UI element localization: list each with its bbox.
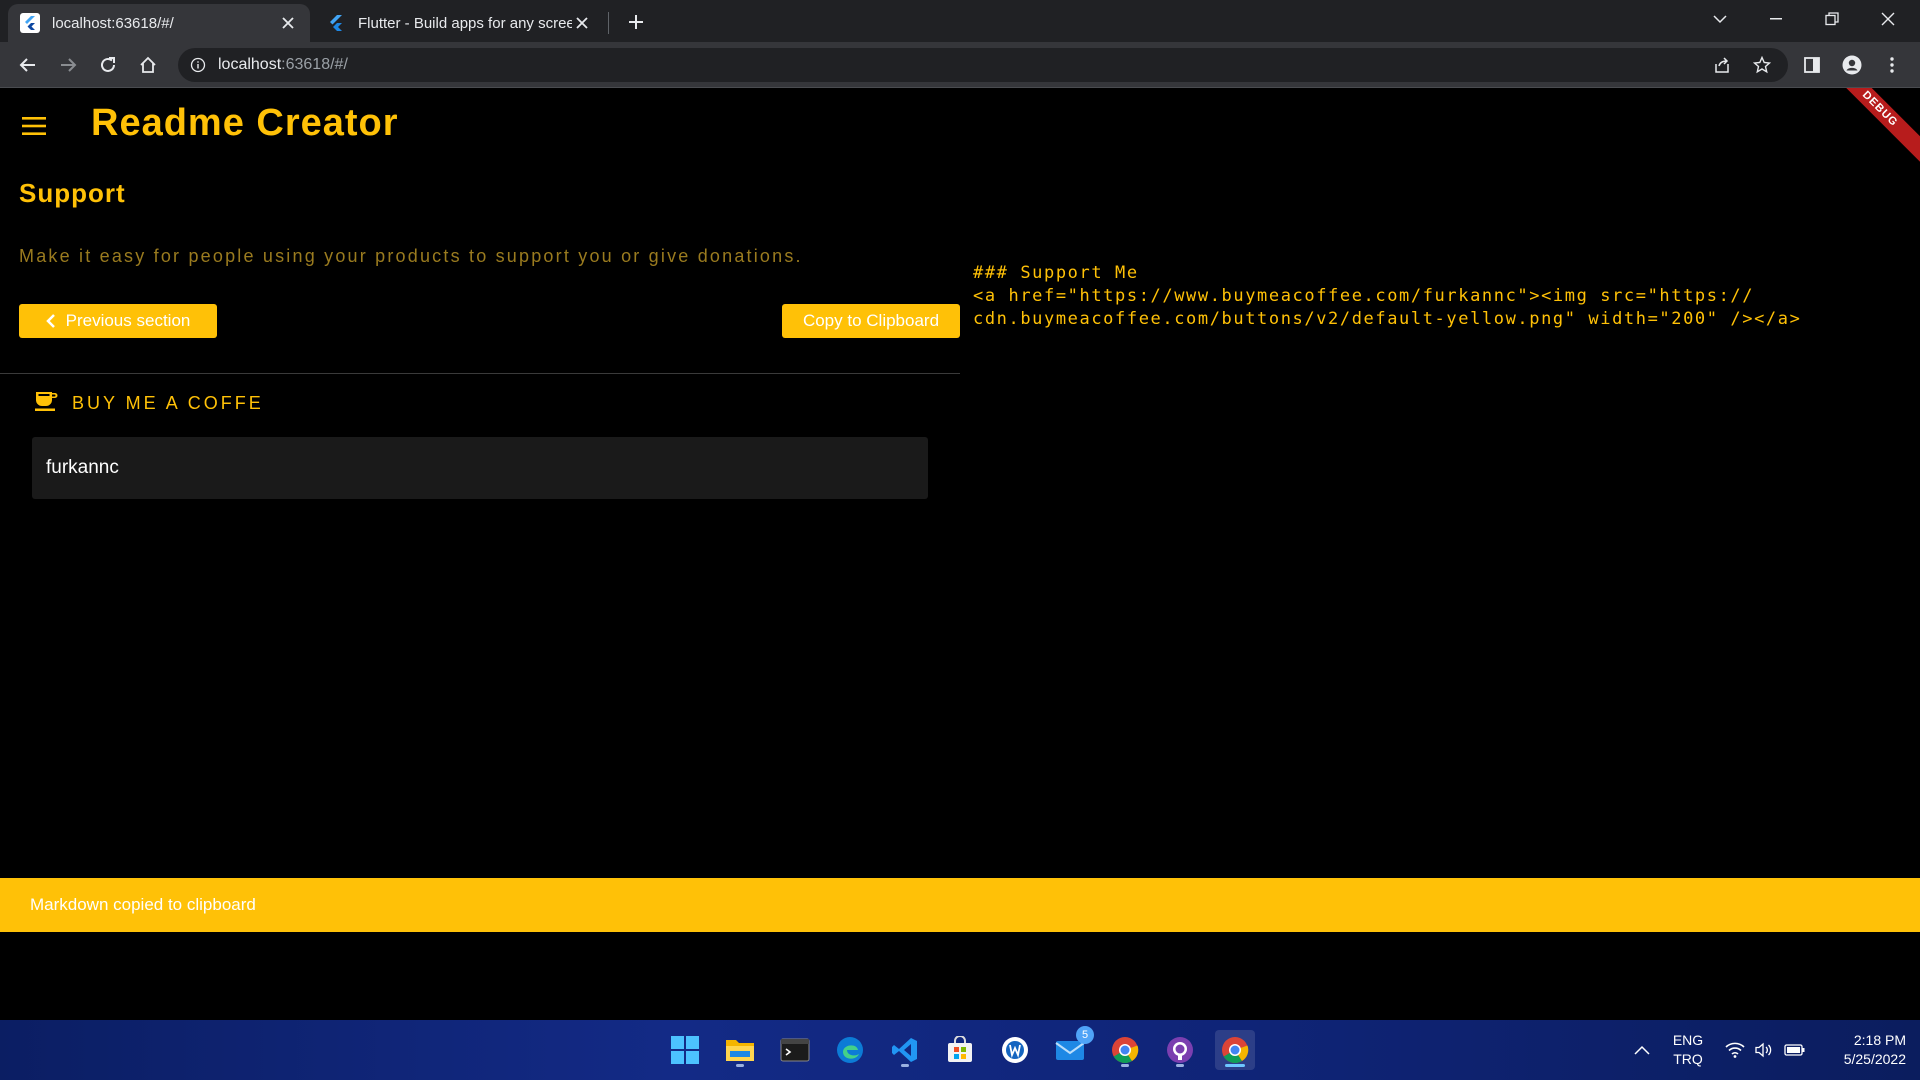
share-icon [1715,57,1729,73]
back-button[interactable] [12,49,44,81]
buy-me-a-coffee-label: BUY ME A COFFE [72,393,264,413]
browser-toolbar: localhost:63618/#/ [0,42,1920,88]
chrome-active-button[interactable] [1215,1030,1255,1070]
chrome-icon [1222,1037,1249,1064]
word-icon [1002,1037,1028,1063]
snackbar: Markdown copied to clipboard [0,878,1920,932]
share-button[interactable] [1706,49,1738,81]
terminal-icon [780,1038,810,1062]
running-indicator [1176,1064,1184,1067]
close-window-button[interactable] [1860,0,1916,38]
tab-separator [608,12,609,34]
tab-flutter[interactable]: Flutter - Build apps for any screen [314,4,604,42]
close-icon [1881,12,1895,26]
browser-tab-bar: localhost:63618/#/ Flutter - Build apps … [0,0,1920,42]
address-bar[interactable]: localhost:63618/#/ [178,48,1788,82]
chrome-icon [1112,1037,1139,1064]
flutter-favicon-icon [326,13,346,33]
flutter-favicon-icon [20,13,40,33]
star-icon [1753,56,1771,74]
system-clock[interactable]: 2:18 PM 5/25/2022 [1818,1020,1906,1080]
show-hidden-icons-button[interactable] [1627,1030,1657,1070]
copy-to-clipboard-label: Copy to Clipboard [802,311,940,330]
side-panel-icon [1804,57,1820,73]
running-indicator [736,1064,744,1067]
vscode-icon [892,1038,917,1062]
buy-me-a-coffee-username-input[interactable]: furkannc [32,437,928,499]
mail-button[interactable]: 5 [1050,1026,1094,1070]
running-indicator [901,1064,909,1067]
forward-button[interactable] [52,49,84,81]
minimize-button[interactable] [1748,0,1804,38]
battery-icon[interactable] [1780,1030,1810,1070]
app-title: Readme Creator [91,102,399,144]
previous-section-button[interactable]: Previous section [19,304,217,338]
buy-me-a-coffee-header: BUY ME A COFFE [34,390,264,417]
bookmark-button[interactable] [1746,49,1778,81]
info-icon [190,57,206,73]
markdown-preview: ### Support Me <a href="https://www.buym… [973,262,1873,331]
flutter-app: Readme Creator DEBUG Support Make it eas… [0,88,1920,966]
browser-menu-button[interactable] [1876,49,1908,81]
section-title: Support [19,178,126,208]
debug-banner: DEBUG [1824,88,1920,165]
hamburger-menu-icon [22,117,46,135]
restore-button[interactable] [1804,0,1860,38]
vscode-button[interactable] [885,1030,925,1070]
chevron-down-icon [1713,15,1727,24]
more-vert-icon [1890,57,1894,73]
running-indicator [1121,1064,1129,1067]
section-divider [0,373,960,374]
close-tab-icon[interactable] [278,13,298,33]
github-desktop-button[interactable] [1160,1030,1200,1070]
tab-title: Flutter - Build apps for any screen [358,14,572,32]
store-icon [948,1036,972,1062]
markdown-line: ### Support Me [973,263,1139,283]
previous-section-label: Previous section [65,311,191,330]
file-explorer-button[interactable] [720,1030,760,1070]
coffee-cup-icon [34,390,58,417]
arrow-left-icon [19,58,35,72]
minimize-icon [1770,18,1782,20]
tab-search-button[interactable] [1692,0,1748,38]
edge-icon [837,1037,863,1063]
folder-icon [726,1040,754,1061]
tab-title: localhost:63618/#/ [52,14,174,32]
edge-browser-button[interactable] [830,1030,870,1070]
copy-to-clipboard-button[interactable]: Copy to Clipboard [782,304,960,338]
markdown-line: <a href="https://www.buymeacoffee.com/fu… [973,286,1755,306]
chrome-button[interactable] [1105,1030,1145,1070]
volume-icon[interactable] [1749,1030,1779,1070]
section-description: Make it easy for people using your produ… [19,246,803,266]
restore-icon [1825,12,1839,26]
active-indicator [1225,1064,1245,1067]
drawer-menu-button[interactable] [18,110,50,142]
windows-logo-icon [671,1036,699,1064]
profile-icon [1842,55,1862,75]
microsoft-store-button[interactable] [940,1030,980,1070]
address-url: localhost:63618/#/ [218,56,348,73]
new-tab-button[interactable] [620,8,652,36]
wifi-icon[interactable] [1720,1030,1750,1070]
home-icon [140,56,156,73]
reload-icon [101,57,115,72]
profile-button[interactable] [1836,49,1868,81]
arrow-right-icon [61,58,77,72]
terminal-button[interactable] [775,1030,815,1070]
home-button[interactable] [132,49,164,81]
mail-badge: 5 [1076,1026,1094,1044]
language-indicator[interactable]: ENG TRQ [1666,1020,1710,1080]
reload-button[interactable] [92,49,124,81]
tab-localhost[interactable]: localhost:63618/#/ [8,4,310,42]
windows-taskbar: 5 ENG TRQ 2:18 PM 5/25/2022 [0,1020,1920,1080]
close-tab-icon[interactable] [572,13,592,33]
start-button[interactable] [665,1030,705,1070]
markdown-line: cdn.buymeacoffee.com/buttons/v2/default-… [973,309,1802,329]
plus-icon [629,15,643,29]
chevron-left-icon [45,313,56,329]
word-button[interactable] [995,1030,1035,1070]
chevron-up-icon [1634,1045,1650,1055]
side-panel-button[interactable] [1796,49,1828,81]
github-icon [1167,1037,1193,1063]
